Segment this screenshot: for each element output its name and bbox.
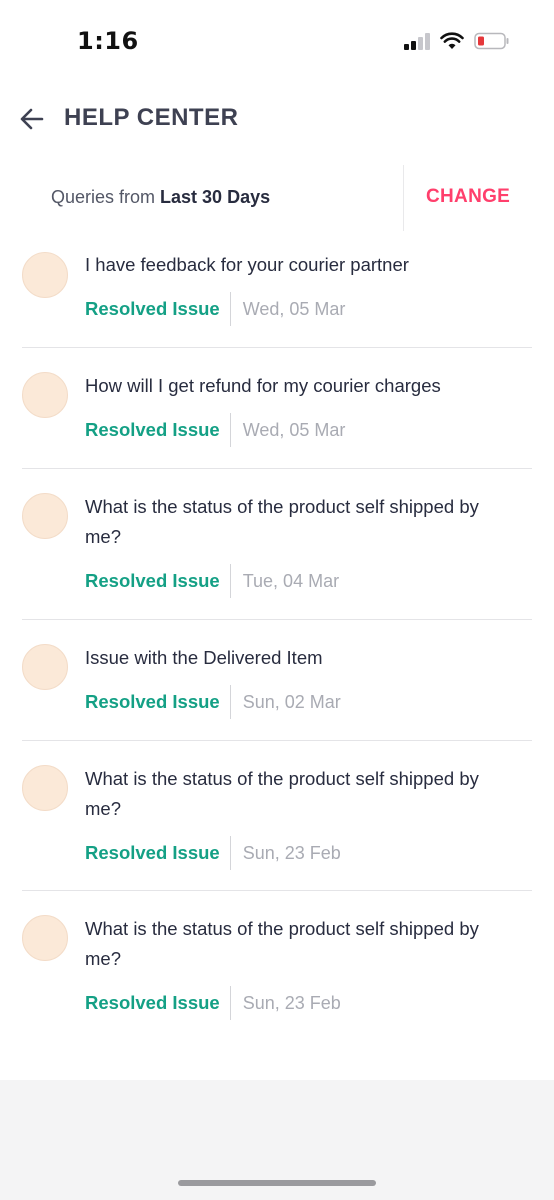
query-item[interactable]: Issue with the Delivered Item Resolved I…	[0, 620, 554, 741]
query-date: Wed, 05 Mar	[242, 298, 346, 319]
home-indicator[interactable]	[178, 1180, 376, 1186]
query-meta: Resolved Issue Wed, 05 Mar	[85, 292, 345, 326]
status-time: 1:16	[77, 27, 139, 55]
query-question: I have feedback for your courier partner	[85, 254, 409, 275]
query-filter-bar: Queries from Last 30 Days CHANGE	[0, 165, 554, 231]
status-badge: Resolved Issue	[85, 986, 231, 1020]
divider	[403, 165, 404, 231]
query-question: How will I get refund for my courier cha…	[85, 375, 441, 396]
wifi-icon	[440, 32, 464, 50]
query-question: What is the status of the product self s…	[85, 918, 479, 969]
query-avatar	[22, 644, 68, 690]
query-item[interactable]: What is the status of the product self s…	[0, 741, 554, 891]
query-item[interactable]: How will I get refund for my courier cha…	[0, 348, 554, 469]
query-meta: Resolved Issue Sun, 02 Mar	[85, 685, 341, 719]
query-item[interactable]: I have feedback for your courier partner…	[0, 240, 554, 348]
query-date: Tue, 04 Mar	[242, 570, 340, 591]
query-avatar	[22, 252, 68, 298]
status-icons	[404, 30, 510, 52]
query-item[interactable]: What is the status of the product self s…	[0, 469, 554, 620]
cellular-signal-icon	[404, 32, 430, 50]
query-meta: Resolved Issue Wed, 05 Mar	[85, 413, 345, 447]
filter-value: Last 30 Days	[160, 187, 271, 207]
change-button[interactable]: CHANGE	[426, 186, 510, 208]
filter-prefix: Queries from	[51, 187, 161, 207]
status-badge: Resolved Issue	[85, 292, 231, 326]
query-date: Wed, 05 Mar	[242, 419, 346, 440]
status-badge: Resolved Issue	[85, 564, 231, 598]
query-list: I have feedback for your courier partner…	[0, 240, 554, 1041]
query-item[interactable]: What is the status of the product self s…	[0, 891, 554, 1041]
query-date: Sun, 23 Feb	[242, 842, 341, 863]
page-title: HELP CENTER	[64, 104, 239, 131]
query-meta: Resolved Issue Sun, 23 Feb	[85, 836, 341, 870]
query-date: Sun, 23 Feb	[242, 992, 341, 1013]
battery-low-icon	[474, 32, 510, 50]
query-question: Issue with the Delivered Item	[85, 647, 323, 668]
filter-label: Queries from Last 30 Days	[51, 187, 270, 208]
status-badge: Resolved Issue	[85, 685, 231, 719]
status-badge: Resolved Issue	[85, 413, 231, 447]
app-header: HELP CENTER	[0, 96, 554, 142]
status-badge: Resolved Issue	[85, 836, 231, 870]
query-question: What is the status of the product self s…	[85, 496, 479, 547]
query-avatar	[22, 372, 68, 418]
query-date: Sun, 02 Mar	[242, 691, 341, 712]
query-meta: Resolved Issue Sun, 23 Feb	[85, 986, 341, 1020]
status-bar: 1:16	[0, 0, 554, 80]
query-question: What is the status of the product self s…	[85, 768, 479, 819]
arrow-left-icon[interactable]	[18, 105, 46, 133]
query-avatar	[22, 765, 68, 811]
query-avatar	[22, 493, 68, 539]
query-avatar	[22, 915, 68, 961]
query-meta: Resolved Issue Tue, 04 Mar	[85, 564, 339, 598]
